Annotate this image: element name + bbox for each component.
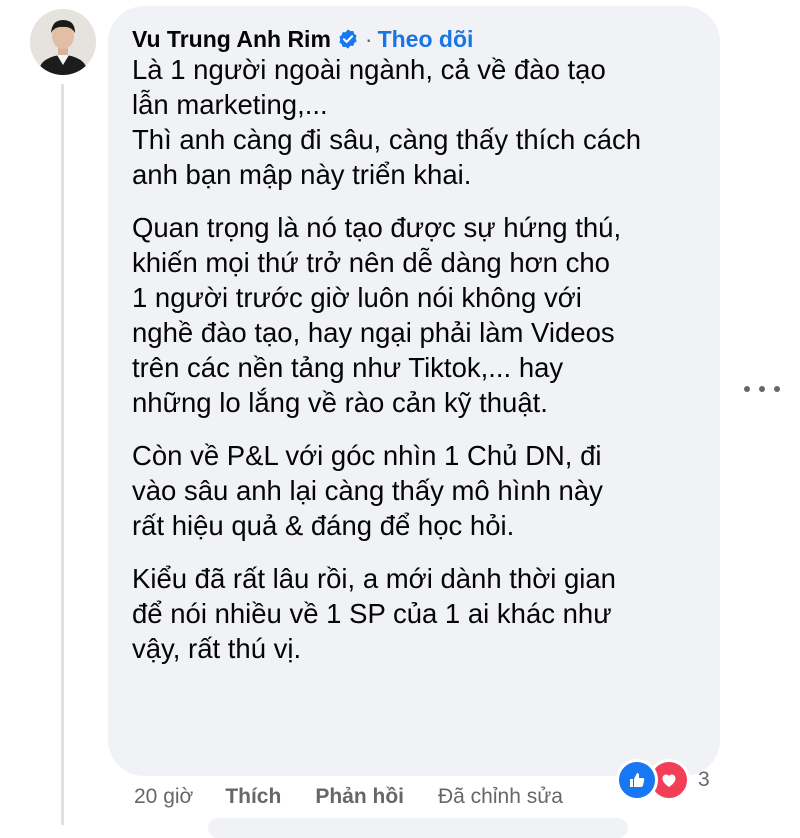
separator-dot: · [364,25,373,52]
more-dot-icon [759,386,765,392]
reply-button[interactable]: Phản hồi [315,785,404,809]
verified-badge-icon [337,28,359,50]
text-line: lẫn marketing,... [132,89,328,120]
text-line: vậy, rất thú vị. [132,633,302,664]
reactions-summary[interactable]: 3 [616,759,710,801]
text-line: để nói nhiều về 1 SP của 1 ai khác như [132,598,612,629]
more-dot-icon [744,386,750,392]
text-line: anh bạn mập này triển khai. [132,159,472,190]
avatar-photo [30,9,96,75]
like-button[interactable]: Thích [225,785,281,809]
text-line: Kiểu đã rất lâu rồi, a mới dành thời gia… [132,563,616,594]
text-line: Là 1 người ngoài ngành, cả về đào tạo [132,54,606,85]
timestamp[interactable]: 20 giờ [134,785,193,809]
comment-paragraph: Kiểu đã rất lâu rồi, a mới dành thời gia… [132,561,712,666]
text-line: Thì anh càng đi sâu, càng thấy thích các… [132,124,642,155]
follow-link[interactable]: Theo dõi [378,26,474,53]
text-line: vào sâu anh lại càng thấy mô hình này [132,475,603,506]
avatar[interactable] [30,9,96,75]
thread-line [61,84,64,825]
comment-bubble: Vu Trung Anh Rim · Theo dõi Là 1 người n… [108,6,720,776]
like-icon [616,759,658,801]
text-line: những lo lắng về rào cản kỹ thuật. [132,387,548,418]
text-line: 1 người trước giờ luôn nói không với [132,282,582,313]
text-line: Quan trọng là nó tạo được sự hứng thú, [132,212,622,243]
reaction-count: 3 [698,768,710,791]
text-line: nghề đào tạo, hay ngại phải làm Videos [132,317,615,348]
comment-header: Vu Trung Anh Rim · Theo dõi [132,24,473,54]
next-comment-bubble [208,818,628,838]
comment-paragraph: Quan trọng là nó tạo được sự hứng thú, k… [132,210,712,420]
comment-paragraph: Còn về P&L với góc nhìn 1 Chủ DN, đi vào… [132,438,712,543]
text-line: Còn về P&L với góc nhìn 1 Chủ DN, đi [132,440,602,471]
text-line: rất hiệu quả & đáng để học hỏi. [132,510,515,541]
text-line: trên các nền tảng như Tiktok,... hay [132,352,564,383]
more-dot-icon [774,386,780,392]
comment-text: Là 1 người ngoài ngành, cả về đào tạo lẫ… [132,52,712,684]
author-name[interactable]: Vu Trung Anh Rim [132,26,331,53]
more-options-button[interactable] [744,377,780,401]
comment-actions: 20 giờ Thích Phản hồi Đã chỉnh sửa [134,784,563,810]
text-line: khiến mọi thứ trở nên dễ dàng hơn cho [132,247,610,278]
edited-label: Đã chỉnh sửa [437,785,563,808]
comment-paragraph: Là 1 người ngoài ngành, cả về đào tạo lẫ… [132,52,712,192]
